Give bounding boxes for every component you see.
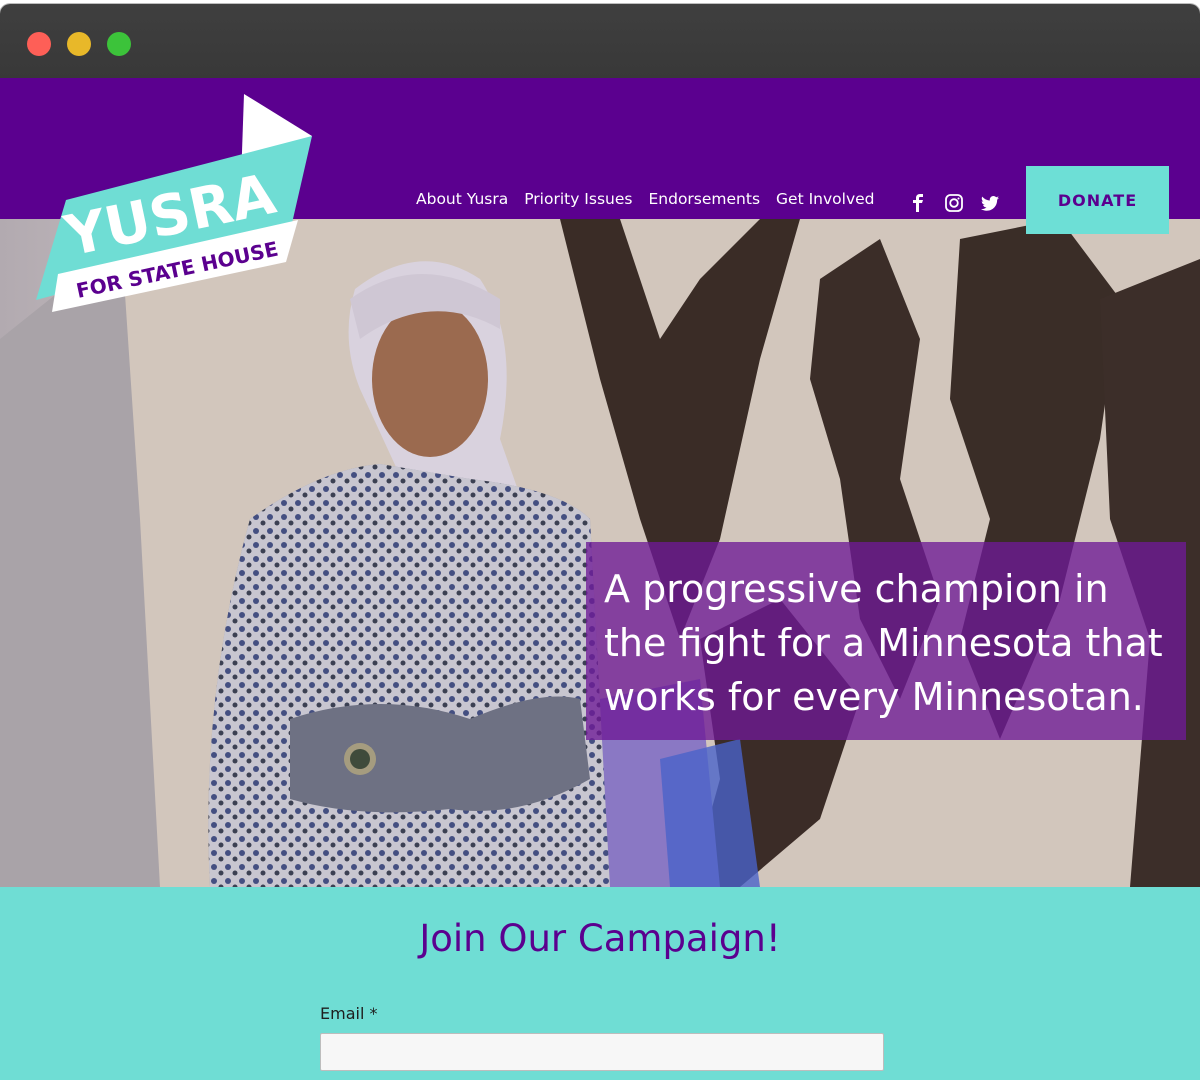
nav-about-yusra[interactable]: About Yusra	[416, 190, 508, 208]
nav-priority-issues[interactable]: Priority Issues	[524, 190, 632, 208]
main-nav: About Yusra Priority Issues Endorsements…	[416, 190, 875, 208]
email-label: Email *	[320, 1004, 378, 1023]
join-title: Join Our Campaign!	[419, 917, 781, 960]
window-titlebar	[0, 4, 1200, 82]
nav-endorsements[interactable]: Endorsements	[648, 190, 760, 208]
maximize-window-button[interactable]	[107, 32, 131, 56]
join-campaign-section: Join Our Campaign! Email *	[0, 887, 1200, 1080]
hero-section: A progressive champion in the fight for …	[0, 219, 1200, 887]
close-window-button[interactable]	[27, 32, 51, 56]
donate-button[interactable]: DONATE	[1026, 166, 1169, 234]
minimize-window-button[interactable]	[67, 32, 91, 56]
campaign-logo[interactable]: YUSRA FOR STATE HOUSE	[36, 92, 318, 314]
twitter-icon[interactable]	[977, 190, 1003, 216]
nav-get-involved[interactable]: Get Involved	[776, 190, 874, 208]
tagline-overlay: A progressive champion in the fight for …	[586, 542, 1186, 740]
facebook-icon[interactable]	[905, 190, 931, 216]
hero-tagline: A progressive champion in the fight for …	[604, 567, 1163, 719]
instagram-icon[interactable]	[941, 190, 967, 216]
email-field[interactable]	[320, 1033, 884, 1071]
